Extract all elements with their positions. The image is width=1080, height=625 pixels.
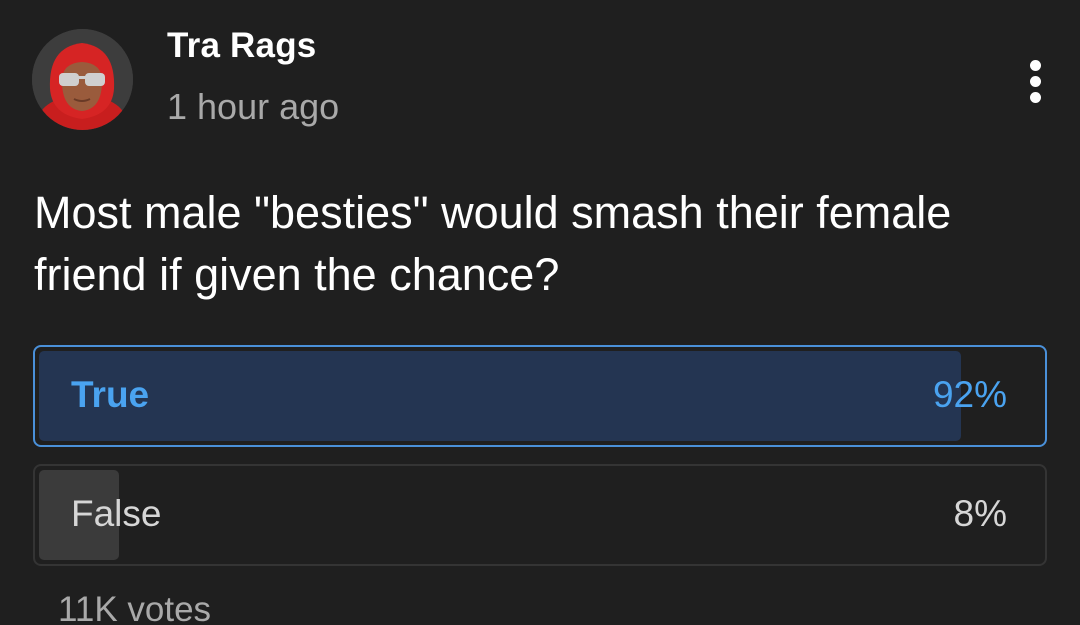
vote-count: 11K votes — [58, 590, 212, 625]
poll-option-label: False — [71, 493, 162, 534]
poll-option-false[interactable]: False 8% — [33, 464, 1047, 566]
poll-question: Most male "besties" would smash their fe… — [34, 187, 952, 300]
avatar-image — [32, 29, 133, 130]
more-vertical-icon-dot — [1030, 92, 1041, 103]
poll-option-percent: 8% — [953, 493, 1007, 534]
more-vertical-icon — [1030, 60, 1041, 71]
poll-result-bar — [39, 351, 961, 441]
poll-option-true[interactable]: True 92% — [33, 345, 1047, 447]
more-vertical-icon-dot — [1030, 76, 1041, 87]
post-timestamp: 1 hour ago — [167, 86, 340, 127]
poll-post: Tra Rags 1 hour ago Most male "besties" … — [0, 0, 1080, 625]
avatar[interactable] — [32, 29, 133, 130]
poll-option-label: True — [71, 374, 150, 415]
poll-option-percent: 92% — [932, 374, 1007, 415]
more-options-button[interactable] — [1020, 56, 1052, 106]
author-name[interactable]: Tra Rags — [167, 26, 316, 66]
